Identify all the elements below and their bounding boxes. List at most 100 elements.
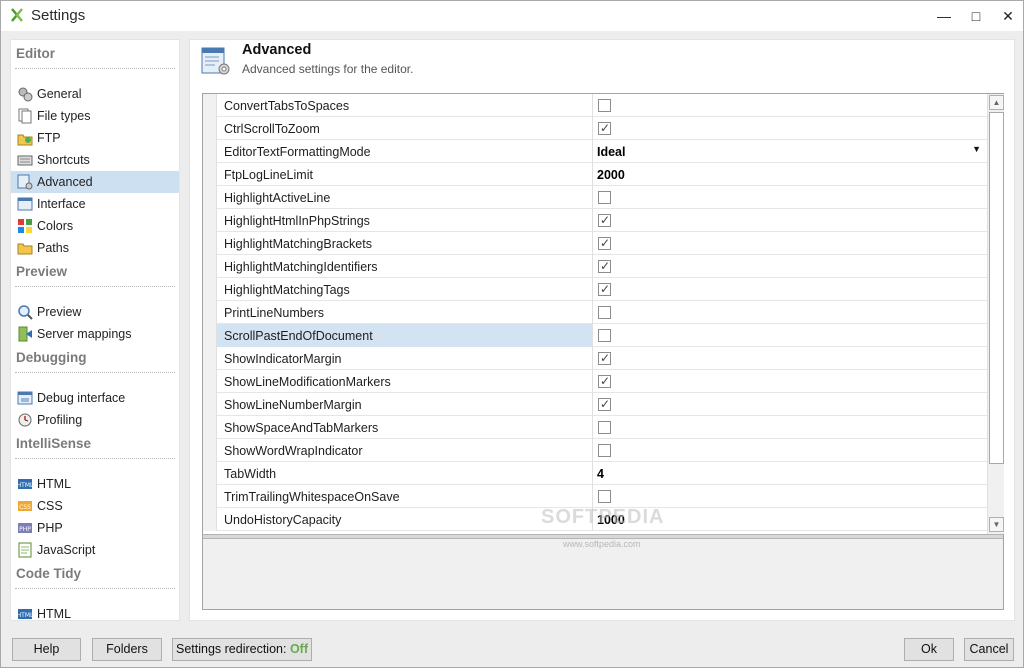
dropdown-arrow-icon[interactable]: ▼ <box>972 144 981 154</box>
server-mappings-icon <box>18 326 32 342</box>
property-row-scrollpastendofdocument[interactable]: ScrollPastEndOfDocument <box>203 324 987 347</box>
property-checkbox[interactable] <box>598 329 611 342</box>
minimize-button[interactable]: — <box>926 1 962 31</box>
property-checkbox[interactable]: ✓ <box>598 121 611 135</box>
property-name[interactable]: HighlightHtmlInPhpStrings <box>217 209 593 232</box>
sidebar-item-intellisense-css[interactable]: CSS CSS <box>11 495 179 517</box>
sidebar-item-intellisense-javascript[interactable]: JavaScript <box>11 539 179 561</box>
sidebar-item-editor-general[interactable]: General <box>11 83 179 105</box>
sidebar-item-editor-advanced[interactable]: Advanced <box>11 171 179 193</box>
property-checkbox[interactable]: ✓ <box>598 351 611 365</box>
sidebar-item-editor-colors[interactable]: Colors <box>11 215 179 237</box>
property-row-printlinenumbers[interactable]: PrintLineNumbers <box>203 301 987 324</box>
sidebar-item-debugging-profiling[interactable]: Profiling <box>11 409 179 431</box>
scroll-up-button[interactable]: ▲ <box>989 95 1004 110</box>
property-row-highlightmatchingidentifiers[interactable]: HighlightMatchingIdentifiers ✓ <box>203 255 987 278</box>
checkmark-icon: ✓ <box>600 121 611 135</box>
sidebar-item-editor-shortcuts[interactable]: Shortcuts <box>11 149 179 171</box>
sidebar-item-label: FTP <box>37 131 61 145</box>
property-checkbox[interactable] <box>598 490 611 503</box>
property-row-editortextformattingmode[interactable]: EditorTextFormattingMode Ideal ▼ <box>203 140 987 163</box>
maximize-button[interactable]: □ <box>958 1 994 31</box>
property-checkbox[interactable] <box>598 444 611 457</box>
property-row-tabwidth[interactable]: TabWidth 4 <box>203 462 987 485</box>
folders-button[interactable]: Folders <box>92 638 162 661</box>
property-row-showlinemodificationmarkers[interactable]: ShowLineModificationMarkers ✓ <box>203 370 987 393</box>
property-row-showindicatormargin[interactable]: ShowIndicatorMargin ✓ <box>203 347 987 370</box>
property-row-highlighthtmlinphpstrings[interactable]: HighlightHtmlInPhpStrings ✓ <box>203 209 987 232</box>
scroll-thumb[interactable] <box>989 112 1004 464</box>
sidebar-item-intellisense-php[interactable]: PHP PHP <box>11 517 179 539</box>
property-name[interactable]: HighlightActiveLine <box>217 186 593 209</box>
row-gutter <box>203 416 217 439</box>
property-value-input[interactable]: 2000 <box>594 163 987 186</box>
cancel-button[interactable]: Cancel <box>964 638 1014 661</box>
property-name[interactable]: ShowLineModificationMarkers <box>217 370 593 393</box>
property-checkbox[interactable]: ✓ <box>598 282 611 296</box>
scroll-down-button[interactable]: ▼ <box>989 517 1004 532</box>
property-row-highlightactiveline[interactable]: HighlightActiveLine <box>203 186 987 209</box>
property-name[interactable]: ConvertTabsToSpaces <box>217 94 593 117</box>
property-checkbox[interactable]: ✓ <box>598 259 611 273</box>
property-name[interactable]: HighlightMatchingIdentifiers <box>217 255 593 278</box>
property-checkbox[interactable]: ✓ <box>598 213 611 227</box>
property-name[interactable]: UndoHistoryCapacity <box>217 508 593 531</box>
sidebar-item-editor-ftp[interactable]: FTP <box>11 127 179 149</box>
property-row-ftploglinelimit[interactable]: FtpLogLineLimit 2000 <box>203 163 987 186</box>
gears-icon <box>18 87 33 102</box>
property-row-converttabstospaces[interactable]: ConvertTabsToSpaces <box>203 94 987 117</box>
property-name[interactable]: ShowLineNumberMargin <box>217 393 593 416</box>
advanced-settings-icon <box>201 47 230 75</box>
sidebar-item-editor-file-types[interactable]: File types <box>11 105 179 127</box>
property-name[interactable]: PrintLineNumbers <box>217 301 593 324</box>
property-row-highlightmatchingtags[interactable]: HighlightMatchingTags ✓ <box>203 278 987 301</box>
property-checkbox[interactable] <box>598 306 611 319</box>
property-checkbox[interactable]: ✓ <box>598 374 611 388</box>
settings-redirection-label: Settings redirection: <box>175 642 290 656</box>
property-name[interactable]: TabWidth <box>217 462 593 485</box>
property-checkbox[interactable] <box>598 191 611 204</box>
close-button[interactable]: ✕ <box>990 1 1024 31</box>
property-checkbox[interactable] <box>598 421 611 434</box>
sidebar-item-preview-server-mappings[interactable]: Server mappings <box>11 323 179 345</box>
property-row-showwordwrapindicator[interactable]: ShowWordWrapIndicator <box>203 439 987 462</box>
css-icon: CSS <box>18 501 32 511</box>
sidebar-item-editor-interface[interactable]: Interface <box>11 193 179 215</box>
property-checkbox[interactable]: ✓ <box>598 236 611 250</box>
property-name[interactable]: ScrollPastEndOfDocument <box>217 324 593 347</box>
property-row-showspaceandtabmarkers[interactable]: ShowSpaceAndTabMarkers <box>203 416 987 439</box>
property-row-showlinenumbermargin[interactable]: ShowLineNumberMargin ✓ <box>203 393 987 416</box>
chevron-up-icon: ▲ <box>992 98 1001 107</box>
sidebar-item-intellisense-html[interactable]: HTML HTML <box>11 473 179 495</box>
sidebar-item-label: Server mappings <box>37 327 132 341</box>
property-row-highlightmatchingbrackets[interactable]: HighlightMatchingBrackets ✓ <box>203 232 987 255</box>
settings-redirection-button[interactable]: Settings redirection: Off <box>172 638 312 661</box>
sidebar-item-editor-paths[interactable]: Paths <box>11 237 179 259</box>
property-value-input[interactable]: 4 <box>594 462 987 485</box>
property-row-trimtrailingwhitespaceonsave[interactable]: TrimTrailingWhitespaceOnSave <box>203 485 987 508</box>
sidebar-item-debugging-debug-interface[interactable]: Debug interface <box>11 387 179 409</box>
property-row-ctrlscrolltozoom[interactable]: CtrlScrollToZoom ✓ <box>203 117 987 140</box>
property-name[interactable]: EditorTextFormattingMode <box>217 140 593 163</box>
property-name[interactable]: TrimTrailingWhitespaceOnSave <box>217 485 593 508</box>
property-name[interactable]: HighlightMatchingTags <box>217 278 593 301</box>
sidebar-item-label: Shortcuts <box>37 153 90 167</box>
property-name[interactable]: ShowIndicatorMargin <box>217 347 593 370</box>
sidebar-item-label: JavaScript <box>37 543 96 557</box>
ok-button[interactable]: Ok <box>904 638 954 661</box>
property-value: 4 <box>597 467 604 481</box>
property-name[interactable]: ShowSpaceAndTabMarkers <box>217 416 593 439</box>
property-name[interactable]: FtpLogLineLimit <box>217 163 593 186</box>
property-grid-scrollbar[interactable]: ▲ ▼ <box>987 94 1004 534</box>
sidebar-item-preview-preview[interactable]: Preview <box>11 301 179 323</box>
help-button[interactable]: Help <box>12 638 81 661</box>
property-checkbox[interactable]: ✓ <box>598 397 611 411</box>
sidebar-item-code-tidy-html[interactable]: HTML HTML <box>11 603 179 620</box>
close-icon: ✕ <box>1002 8 1014 24</box>
property-name[interactable]: CtrlScrollToZoom <box>217 117 593 140</box>
property-name[interactable]: HighlightMatchingBrackets <box>217 232 593 255</box>
property-checkbox[interactable] <box>598 99 611 112</box>
section-title-debugging: Debugging <box>16 350 87 365</box>
property-dropdown[interactable]: Ideal ▼ <box>594 140 987 163</box>
property-name[interactable]: ShowWordWrapIndicator <box>217 439 593 462</box>
